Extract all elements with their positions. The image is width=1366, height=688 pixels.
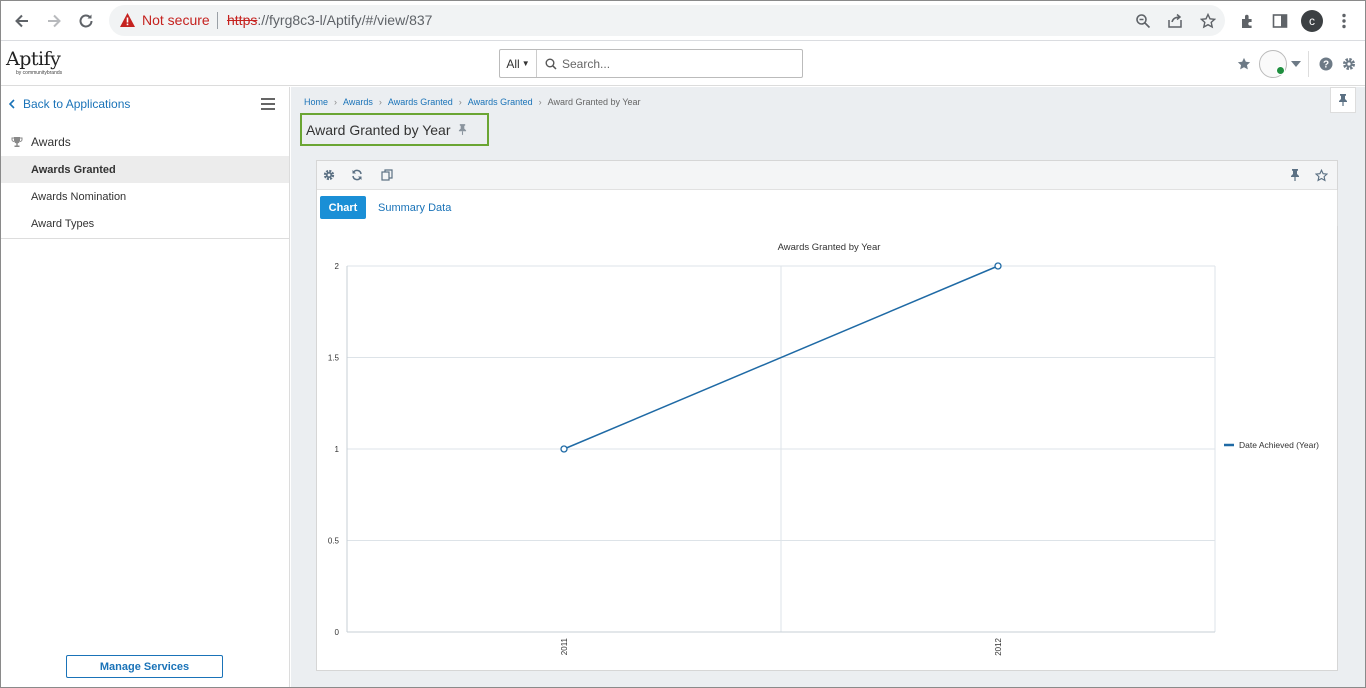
breadcrumb-awards-granted-2[interactable]: Awards Granted [468,97,533,107]
manage-services-button[interactable]: Manage Services [66,655,223,678]
y-tick-label: 0 [335,628,340,637]
favorites-star-icon[interactable] [1235,55,1253,73]
search-scope-label: All [506,56,520,71]
y-tick-label: 1 [335,445,340,454]
url-text: https://fyrg8c3-l/Aptify/#/view/837 [227,12,432,28]
pin-icon[interactable] [458,124,467,135]
hamburger-menu-icon[interactable] [261,98,275,110]
browser-toolbar: Not secure https://fyrg8c3-l/Aptify/#/vi… [1,1,1365,41]
sidebar: Back to Applications Awards Awards Grant… [1,87,290,687]
sidebar-item-label: Awards Granted [31,163,116,176]
reload-icon[interactable] [74,9,98,33]
bookmark-star-icon[interactable] [1198,11,1218,31]
x-tick-label: 2012 [994,637,1003,655]
page-title-box: Award Granted by Year [300,113,489,146]
screen: Not secure https://fyrg8c3-l/Aptify/#/vi… [0,0,1366,688]
data-point[interactable] [994,262,1002,270]
legend-label[interactable]: Date Achieved (Year) [1239,440,1319,450]
y-tick-label: 1.5 [328,354,340,363]
breadcrumb-separator-icon: › [334,97,338,107]
chart-panel: Chart Summary Data Awards Granted by Yea… [316,160,1338,671]
kebab-menu-icon[interactable] [1332,9,1356,33]
app-header: Aptify by communitybrands All▼ ? [1,42,1365,86]
sidebar-divider [1,238,289,239]
back-label: Back to Applications [23,97,131,111]
url-path: ://fyrg8c3-l/Aptify/#/view/837 [257,12,433,28]
x-tick-label: 2011 [560,637,569,655]
line-chart: Awards Granted by Year 0 0.5 1 1.5 2 2011 2012… [328,242,1319,656]
page-title: Award Granted by Year [306,121,451,138]
side-panel-icon[interactable] [1268,9,1292,33]
back-arrow-icon[interactable] [10,9,34,33]
search-scope-dropdown[interactable]: All ▼ [500,50,537,77]
breadcrumb-separator-icon: › [458,97,462,107]
y-tick-label: 0.5 [328,537,340,546]
svg-text:?: ? [1323,60,1329,71]
profile-initial: c [1301,10,1323,32]
y-tick-label: 2 [335,262,340,271]
search-icon [545,57,557,75]
breadcrumb-separator-icon: › [378,97,382,107]
settings-gear-icon[interactable] [1340,55,1358,73]
breadcrumb: Home › Awards › Awards Granted › Awards … [304,97,641,107]
not-secure-label: Not secure [142,12,210,28]
breadcrumb-awards-granted[interactable]: Awards Granted [388,97,453,107]
user-menu-caret-icon[interactable] [1287,55,1305,73]
logo-subtext: by communitybrands [16,70,63,76]
sidebar-item-awards-nomination[interactable]: Awards Nomination [1,183,289,210]
sidebar-section-awards[interactable]: Awards [1,127,289,157]
aptify-logo[interactable]: Aptify by communitybrands [6,48,70,82]
help-icon[interactable]: ? [1317,55,1335,73]
extensions-icon[interactable] [1236,9,1260,33]
pin-icon [1339,94,1347,106]
sidebar-item-award-types[interactable]: Award Types [1,210,289,237]
section-label: Awards [31,135,71,149]
caret-down-icon: ▼ [521,59,530,68]
chart-legend[interactable]: Date Achieved (Year) [1224,440,1319,450]
main-content: Home › Awards › Awards Granted › Awards … [291,87,1365,687]
share-icon[interactable] [1165,11,1185,31]
sidebar-item-awards-granted[interactable]: Awards Granted [1,156,289,183]
search-input[interactable] [562,54,792,74]
breadcrumb-awards[interactable]: Awards [343,97,373,107]
forward-arrow-icon[interactable] [42,9,66,33]
chevron-left-icon [9,99,15,109]
panel-divider [1337,190,1338,226]
header-divider [1308,51,1309,77]
global-search: All ▼ [499,49,803,78]
address-bar[interactable]: Not secure https://fyrg8c3-l/Aptify/#/vi… [109,5,1225,36]
breadcrumb-separator-icon: › [538,97,542,107]
chart-title: Awards Granted by Year [778,242,881,253]
sidebar-item-label: Award Types [31,217,95,230]
profile-avatar[interactable]: c [1300,9,1324,33]
trophy-icon [11,137,23,147]
warning-icon [119,12,136,33]
breadcrumb-home[interactable]: Home [304,97,328,107]
address-separator [217,12,218,29]
sidebar-item-label: Awards Nomination [31,190,127,203]
zoom-icon[interactable] [1133,11,1153,31]
logo-text: Aptify [6,48,61,70]
chart-grid [346,265,1216,633]
chart-axes: 0 0.5 1 1.5 2 2011 2012 [328,262,1215,656]
breadcrumb-current: Award Granted by Year [547,97,641,107]
back-to-applications-link[interactable]: Back to Applications [9,97,130,111]
pin-page-button[interactable] [1330,87,1356,113]
url-scheme: https [227,12,258,28]
data-point[interactable] [560,445,568,453]
online-status-dot [1276,66,1285,75]
